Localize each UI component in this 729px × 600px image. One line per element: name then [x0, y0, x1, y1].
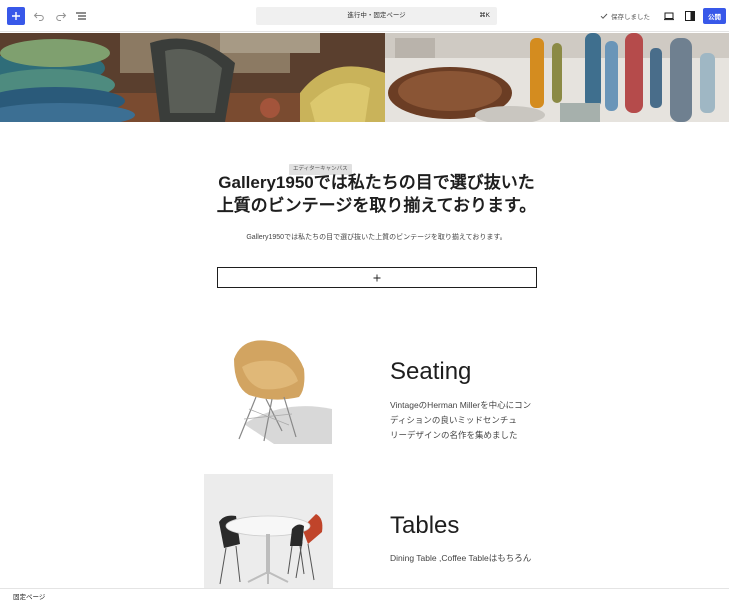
- plus-icon: [373, 274, 381, 281]
- desc-line: Dining Table ,Coffee Tableはもちろん: [390, 553, 532, 563]
- page-heading[interactable]: Gallery1950では私たちの目で選び抜いた 上質のビンテージを取り揃えてお…: [180, 171, 573, 217]
- section-title-seating[interactable]: Seating: [390, 358, 471, 386]
- heading-line: Gallery1950では私たちの目で選び抜いた: [218, 173, 535, 192]
- table-image[interactable]: [204, 474, 333, 588]
- undo-button[interactable]: [32, 9, 46, 23]
- editor-toolbar: 進行中・固定ページ ⌘K 保存しました 公開: [0, 0, 729, 32]
- heading-line: 上質のビンテージを取り揃えております。: [216, 196, 537, 215]
- chair-image[interactable]: [204, 329, 333, 444]
- redo-button[interactable]: [54, 9, 68, 23]
- saved-status: 保存しました: [600, 10, 650, 22]
- command-bar[interactable]: 進行中・固定ページ ⌘K: [256, 7, 497, 25]
- plus-icon: [12, 12, 20, 20]
- undo-icon: [33, 12, 44, 21]
- desc-line: VintageのHerman Millerを中心にコン: [390, 400, 532, 410]
- desktop-icon: [664, 12, 674, 21]
- redo-icon: [56, 12, 67, 21]
- document-title: 進行中・固定ページ: [347, 12, 406, 19]
- editor-canvas[interactable]: エディターキャンバス Gallery1950では私たちの目で選び抜いた 上質のビ…: [0, 33, 729, 588]
- list-view-icon: [76, 12, 86, 20]
- add-block-appender[interactable]: [217, 267, 537, 288]
- command-shortcut: ⌘K: [479, 12, 490, 19]
- check-icon: [600, 13, 608, 19]
- intro-paragraph[interactable]: Gallery1950では私たちの目で選び抜いた上質のビンテージを取り揃えており…: [180, 232, 573, 242]
- desc-line: ディションの良いミッドセンチュ: [390, 415, 517, 425]
- sidebar-toggle-icon: [685, 11, 695, 21]
- add-block-button[interactable]: [7, 7, 25, 25]
- list-view-button[interactable]: [74, 9, 88, 23]
- settings-button[interactable]: [683, 9, 697, 23]
- breadcrumb[interactable]: 固定ページ: [13, 591, 45, 600]
- section-title-tables[interactable]: Tables: [390, 512, 459, 540]
- section-desc-tables[interactable]: Dining Table ,Coffee Tableはもちろん: [390, 551, 550, 566]
- hero-image[interactable]: [0, 33, 729, 122]
- preview-button[interactable]: [662, 9, 676, 23]
- section-desc-seating[interactable]: VintageのHerman Millerを中心にコン ディションの良いミッドセ…: [390, 398, 550, 443]
- publish-button[interactable]: 公開: [703, 8, 726, 24]
- saved-label: 保存しました: [611, 14, 650, 21]
- editor-footer: 固定ページ: [0, 588, 729, 600]
- desc-line: リーデザインの名作を集めました: [390, 430, 518, 440]
